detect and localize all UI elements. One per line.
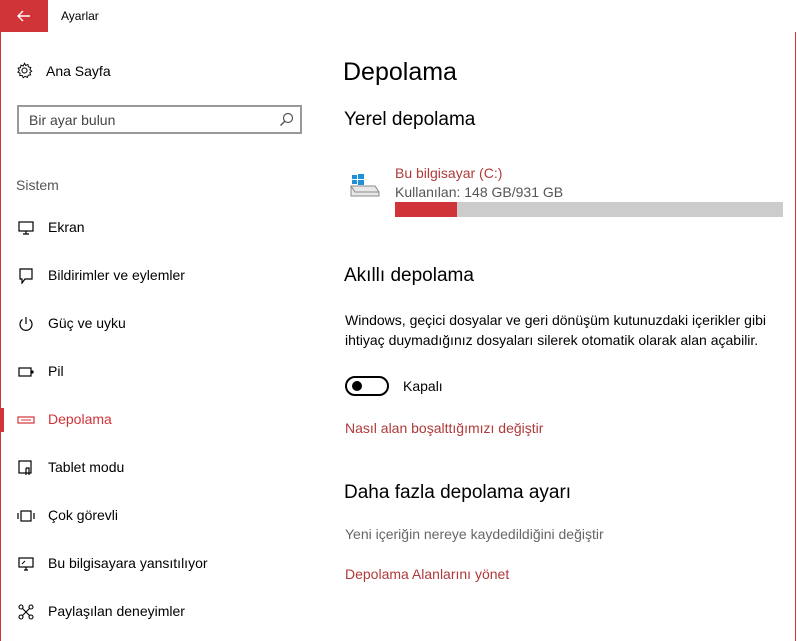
toggle-state-label: Kapalı <box>403 378 443 394</box>
power-icon <box>17 316 35 332</box>
drive-usage-text: Kullanılan: 148 GB/931 GB <box>395 184 564 200</box>
sidebar-item-battery[interactable]: Pil <box>0 348 322 396</box>
title-bar: Ayarlar <box>0 0 798 32</box>
toggle-knob <box>352 381 362 391</box>
page-title: Depolama <box>343 58 457 86</box>
storage-sense-toggle[interactable] <box>345 376 389 396</box>
manage-storage-spaces-link[interactable]: Depolama Alanlarını yönet <box>345 566 509 582</box>
shared-experiences-icon <box>17 604 35 620</box>
drive-usage-bar <box>395 202 783 217</box>
drive-item-c[interactable]: Bu bilgisayar (C:) Kullanılan: 148 GB/93… <box>348 162 788 222</box>
change-free-space-link[interactable]: Nasıl alan boşalttığımızı değiştir <box>345 420 543 436</box>
storage-icon <box>17 412 35 428</box>
monitor-icon <box>17 220 35 236</box>
search-icon[interactable] <box>279 112 294 127</box>
sidebar-item-label: Tablet modu <box>48 459 125 475</box>
search-input[interactable] <box>19 107 269 132</box>
home-link[interactable]: Ana Sayfa <box>16 62 111 79</box>
sidebar-item-notifications[interactable]: Bildirimler ve eylemler <box>0 252 322 300</box>
more-storage-heading: Daha fazla depolama ayarı <box>344 482 572 503</box>
notification-icon <box>17 268 35 284</box>
sidebar-item-projecting[interactable]: Bu bilgisayara yansıtılıyor <box>0 540 322 588</box>
sidebar-item-display[interactable]: Ekran <box>0 204 322 252</box>
projecting-icon <box>17 556 35 572</box>
battery-icon <box>17 364 35 380</box>
drive-icon <box>350 174 380 197</box>
sidebar-item-label: Çok görevli <box>48 507 119 523</box>
drive-name[interactable]: Bu bilgisayar (C:) <box>395 165 502 181</box>
sidebar-item-multitasking[interactable]: Çok görevli <box>0 492 322 540</box>
gear-icon <box>17 62 33 79</box>
change-save-location-link[interactable]: Yeni içeriğin nereye kaydedildiğini deği… <box>345 526 604 542</box>
sidebar-item-label: Bildirimler ve eylemler <box>48 267 185 283</box>
tablet-mode-icon <box>17 460 35 476</box>
sidebar-item-label: Depolama <box>48 411 112 427</box>
sidebar-item-label: Pil <box>48 363 64 379</box>
app-title: Ayarlar <box>61 9 99 23</box>
sidebar-item-power-sleep[interactable]: Güç ve uyku <box>0 300 322 348</box>
sidebar-item-label: Paylaşılan deneyimler <box>48 603 185 619</box>
sidebar-item-storage[interactable]: Depolama <box>0 396 322 444</box>
smart-storage-heading: Akıllı depolama <box>344 265 474 286</box>
smart-storage-description: Windows, geçici dosyalar ve geri dönüşüm… <box>345 312 766 348</box>
back-arrow-icon <box>17 10 30 22</box>
sidebar-item-tablet-mode[interactable]: Tablet modu <box>0 444 322 492</box>
sidebar-item-shared-experiences[interactable]: Paylaşılan deneyimler <box>0 588 322 636</box>
section-label-system: Sistem <box>16 177 59 193</box>
storage-sense-toggle-row: Kapalı <box>345 376 443 396</box>
multitasking-icon <box>17 508 35 524</box>
sidebar: Ana Sayfa Sistem Ekran Bildirimler ve ey… <box>0 32 322 641</box>
drive-usage-fill <box>395 202 457 217</box>
sidebar-item-label: Bu bilgisayara yansıtılıyor <box>48 555 208 571</box>
search-box[interactable] <box>17 105 302 134</box>
sidebar-item-label: Güç ve uyku <box>48 315 126 331</box>
back-button[interactable] <box>0 0 48 32</box>
active-indicator <box>0 408 4 432</box>
home-label: Ana Sayfa <box>46 62 111 79</box>
sidebar-item-label: Ekran <box>48 219 85 235</box>
sidebar-nav: Ekran Bildirimler ve eylemler Güç ve uyk… <box>0 204 322 636</box>
local-storage-heading: Yerel depolama <box>344 109 476 130</box>
